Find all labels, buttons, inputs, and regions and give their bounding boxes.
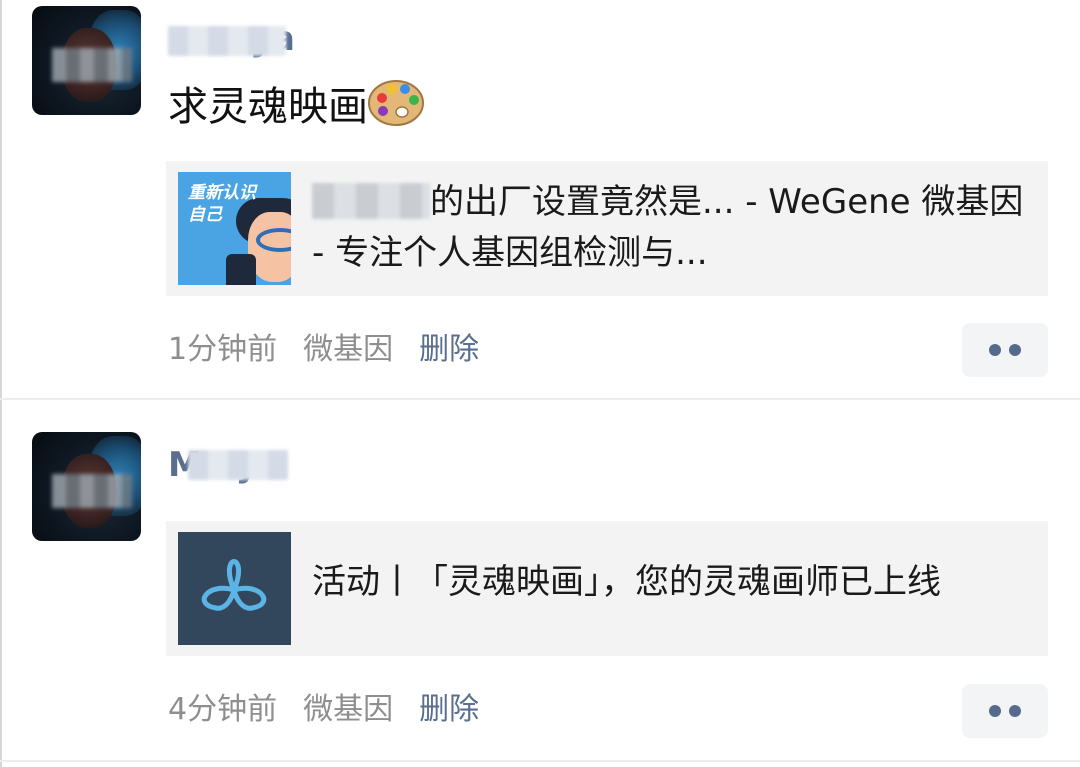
more-button[interactable] [962,684,1048,738]
thumbnail-caption: 自己 [188,205,222,225]
more-dots-icon [1009,705,1021,717]
more-button[interactable] [962,323,1048,377]
more-dots-icon [989,344,1001,356]
post-time: 1分钟前 [168,332,278,367]
soul-logo-icon [201,559,267,611]
link-card[interactable]: 重新认识 自己 的出厂设置竟然是... - WeGene 微基因 - 专注个人基因… [166,161,1048,296]
palette-icon [368,80,424,126]
link-thumbnail: 重新认识 自己 [178,172,291,285]
username-mosaic [168,26,286,56]
link-card[interactable]: 活动丨「灵魂映画」，您的灵魂画师已上线 [166,521,1048,656]
moment-post: M aya 活动丨「灵魂映画」，您的灵魂画师已上线 4分钟前微基因删除 [0,400,1080,760]
post-meta: 1分钟前 微基因 删除 [168,330,479,370]
username-mosaic [188,450,288,480]
post-time: 4分钟前 [168,692,278,727]
delete-link[interactable]: 删除 [419,692,479,727]
more-dots-icon [989,705,1001,717]
link-title: 活动丨「灵魂映画」，您的灵魂画师已上线 [312,562,941,602]
avatar[interactable] [32,6,141,115]
post-source[interactable]: 微基因 [303,692,393,727]
link-thumbnail [178,532,291,645]
link-title: 的出厂设置竟然是... - WeGene 微基因 - 专注个人基因组检测与... [312,182,1024,273]
title-mosaic [312,183,430,219]
post-source[interactable]: 微基因 [303,332,393,367]
moment-post: aya 求灵魂映画 重新认识自己 的出厂设置竟然是... - WeGene 微基… [0,0,1080,398]
avatar[interactable] [32,432,141,541]
delete-link[interactable]: 删除 [419,332,479,367]
username[interactable]: aya [168,20,295,58]
post-text: 求灵魂映画 [168,78,424,135]
divider [0,760,1080,762]
username[interactable]: M aya [168,446,288,484]
post-meta: 4分钟前 微基因 删除 [168,690,479,730]
thumbnail-caption: 重新认识 [188,183,256,203]
more-dots-icon [1009,344,1021,356]
